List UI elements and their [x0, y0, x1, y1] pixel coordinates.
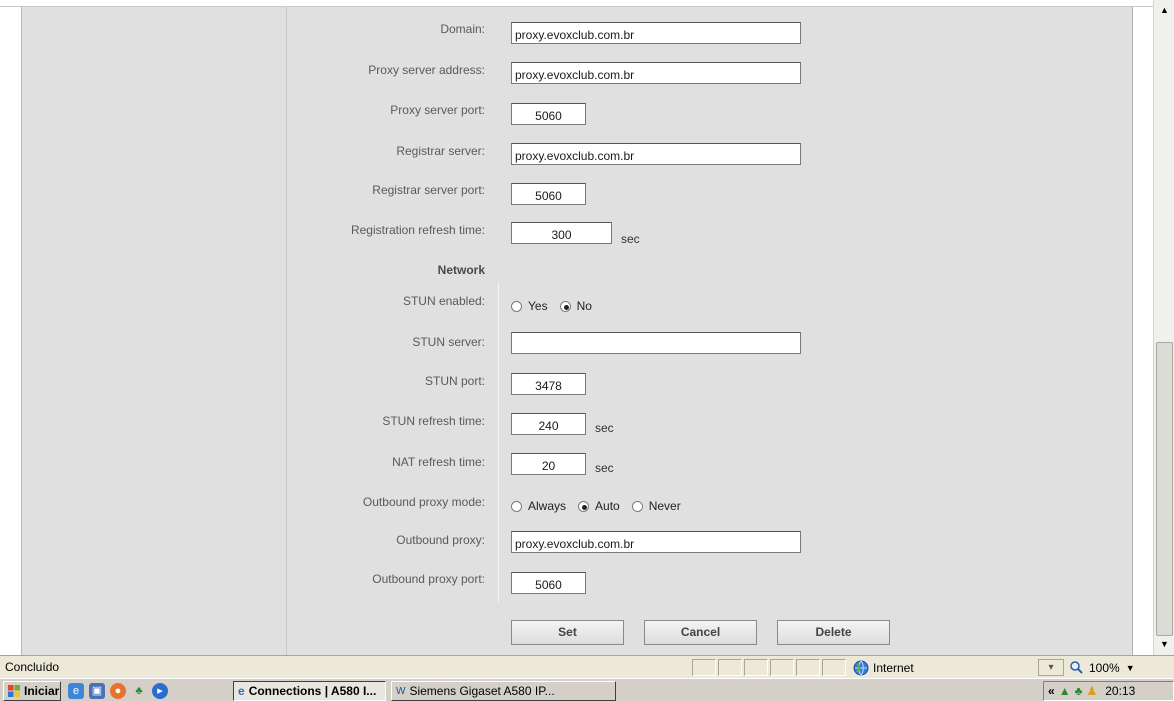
scrollbar-thumb[interactable]: [1156, 342, 1173, 636]
always-label: Always: [528, 499, 567, 513]
taskbar-window-siemens[interactable]: W Siemens Gigaset A580 IP...: [391, 681, 616, 701]
set-button[interactable]: Set: [511, 620, 624, 645]
zoom-control[interactable]: ▾ 100% ▼: [1038, 659, 1135, 676]
messenger-status-icon[interactable]: ♣: [1075, 684, 1083, 698]
stun-no-label: No: [576, 299, 592, 313]
stun-refresh-unit: sec: [595, 421, 614, 435]
outbound-proxy-input[interactable]: [511, 531, 801, 553]
registrar-server-port-input[interactable]: [511, 183, 586, 205]
scroll-up-arrow-icon[interactable]: ▲: [1155, 2, 1174, 19]
status-text: Concluído: [5, 660, 60, 674]
windows-taskbar: Iniciar e ▣ ● ♣ ▸ e Connections | A580 I…: [0, 678, 1174, 701]
form-divider: [498, 282, 499, 602]
outbound-mode-auto-radio[interactable]: Auto: [578, 499, 620, 513]
outbound-proxy-port-label: Outbound proxy port:: [372, 572, 485, 586]
taskbar-window-connections[interactable]: e Connections | A580 I...: [233, 681, 386, 701]
firefox-icon[interactable]: ●: [110, 683, 126, 699]
domain-label: Domain:: [440, 22, 485, 36]
nat-refresh-time-input[interactable]: [511, 453, 586, 475]
tray-expand-icon[interactable]: «: [1048, 684, 1055, 698]
nat-refresh-time-label: NAT refresh time:: [392, 455, 485, 469]
nat-refresh-unit: sec: [595, 461, 614, 475]
proxy-server-port-label: Proxy server port:: [390, 103, 485, 117]
start-label: Iniciar: [24, 684, 60, 698]
status-panel: [718, 659, 742, 676]
vertical-scrollbar[interactable]: ▲ ▼: [1153, 0, 1174, 655]
quick-launch: e ▣ ● ♣ ▸: [68, 681, 168, 701]
registrar-server-input[interactable]: [511, 143, 801, 165]
clock: 20:13: [1105, 684, 1136, 698]
internet-explorer-icon: e: [238, 684, 245, 698]
registration-refresh-time-input[interactable]: [511, 222, 612, 244]
page-top-strip: [0, 0, 1174, 7]
globe-icon: [853, 660, 869, 675]
outbound-mode-always-radio[interactable]: Always: [511, 499, 566, 513]
show-desktop-icon[interactable]: ▣: [89, 683, 105, 699]
magnifier-icon: [1070, 661, 1083, 674]
stun-refresh-time-input[interactable]: [511, 413, 586, 435]
registration-refresh-unit: sec: [621, 232, 640, 246]
stun-server-label: STUN server:: [412, 335, 485, 349]
radio-off-icon: [511, 500, 522, 512]
browser-viewport: Domain: Proxy server address: Proxy serv…: [0, 0, 1174, 655]
outbound-proxy-mode-radio-group: Always Auto Never: [511, 499, 693, 513]
stun-enabled-no-radio[interactable]: No: [559, 299, 592, 313]
stun-enabled-label: STUN enabled:: [402, 294, 485, 308]
security-zone: Internet: [853, 659, 1033, 676]
status-panel: [692, 659, 716, 676]
registrar-server-label: Registrar server:: [396, 144, 485, 158]
proxy-server-address-label: Proxy server address:: [368, 63, 485, 77]
status-panel: [744, 659, 768, 676]
browser-status-bar: Concluído Internet ▾ 100% ▼: [0, 655, 1174, 678]
auto-label: Auto: [595, 499, 620, 513]
media-player-icon[interactable]: ▸: [152, 683, 168, 699]
system-tray: « ▲ ♣ ♟ 20:13: [1043, 681, 1174, 701]
zoom-level[interactable]: 100%: [1089, 661, 1120, 675]
messenger-icon[interactable]: ♣: [131, 683, 147, 699]
network-icon[interactable]: ▲: [1059, 684, 1071, 698]
stun-yes-label: Yes: [528, 299, 548, 313]
outbound-proxy-label: Outbound proxy:: [396, 533, 485, 547]
status-panel: [796, 659, 820, 676]
lock-protected-mode-icon[interactable]: ▾: [1038, 659, 1064, 676]
registrar-server-port-label: Registrar server port:: [372, 183, 485, 197]
proxy-server-port-input[interactable]: [511, 103, 586, 125]
task-title: Connections | A580 I...: [248, 684, 377, 698]
page-right-margin: [1133, 7, 1153, 655]
status-panel: [822, 659, 846, 676]
scroll-down-arrow-icon[interactable]: ▼: [1155, 636, 1174, 653]
stun-port-label: STUN port:: [424, 374, 485, 388]
page-left-margin: [0, 7, 22, 655]
registration-refresh-time-label: Registration refresh time:: [350, 223, 485, 237]
stun-enabled-radio-group: Yes No: [511, 299, 604, 313]
zone-label: Internet: [873, 660, 914, 675]
proxy-server-address-input[interactable]: [511, 62, 801, 84]
domain-input[interactable]: [511, 22, 801, 44]
cancel-button[interactable]: Cancel: [644, 620, 757, 645]
page-side-column: [22, 7, 287, 655]
stun-server-input[interactable]: [511, 332, 801, 354]
internet-explorer-icon[interactable]: e: [68, 683, 84, 699]
outbound-proxy-port-input[interactable]: [511, 572, 586, 594]
user-status-icon[interactable]: ♟: [1086, 684, 1097, 698]
radio-off-icon: [511, 300, 522, 312]
outbound-proxy-mode-label: Outbound proxy mode:: [362, 495, 485, 509]
status-panel: [770, 659, 794, 676]
start-button[interactable]: Iniciar: [3, 681, 61, 701]
zoom-dropdown-icon[interactable]: ▼: [1126, 663, 1135, 673]
network-section-heading: Network: [437, 263, 485, 277]
stun-port-input[interactable]: [511, 373, 586, 395]
radio-on-icon: [559, 300, 571, 312]
stun-refresh-time-label: STUN refresh time:: [382, 414, 485, 428]
stun-enabled-yes-radio[interactable]: Yes: [511, 299, 548, 313]
task-title: Siemens Gigaset A580 IP...: [409, 684, 555, 698]
outbound-mode-never-radio[interactable]: Never: [631, 499, 681, 513]
word-document-icon: W: [396, 685, 406, 697]
windows-logo-icon: [8, 685, 20, 697]
never-label: Never: [648, 499, 681, 513]
radio-on-icon: [578, 500, 590, 512]
radio-off-icon: [631, 500, 643, 512]
delete-button[interactable]: Delete: [777, 620, 890, 645]
